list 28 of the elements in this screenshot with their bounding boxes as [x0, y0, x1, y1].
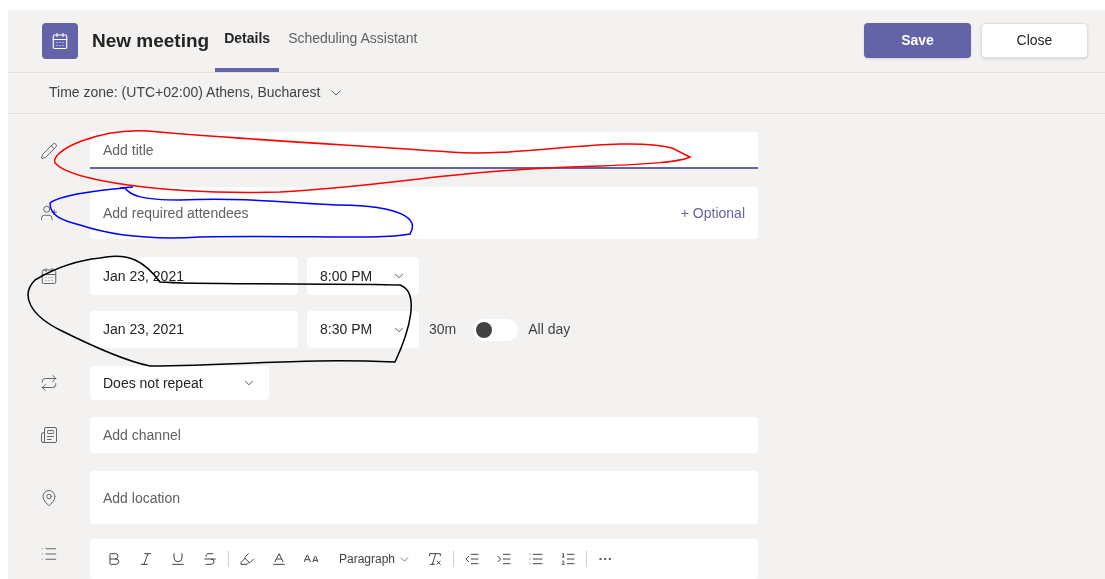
add-person-icon [40, 204, 58, 222]
channel-field[interactable]: Add channel [90, 417, 758, 453]
attendees-field[interactable]: Add required attendees + Optional [90, 187, 758, 239]
location-field[interactable]: Add location [90, 471, 758, 524]
title-field[interactable]: Add title [90, 132, 758, 169]
tab[interactable]: Details [215, 10, 280, 72]
close-button[interactable]: Close [981, 23, 1088, 59]
repeat-dropdown[interactable]: Does not repeat [90, 366, 269, 400]
repeat-icon [40, 374, 58, 392]
all-day-toggle[interactable] [473, 318, 519, 341]
paragraph-dropdown[interactable]: Paragraph [339, 550, 412, 568]
channel-icon [40, 426, 58, 444]
tab[interactable]: Scheduling Assistant [279, 10, 427, 72]
pencil-icon [40, 141, 58, 160]
window-title: New meeting [92, 28, 210, 53]
list-icon [40, 545, 58, 563]
location-pin-icon [40, 488, 58, 507]
save-button[interactable]: Save [864, 23, 971, 59]
optional-attendees-link[interactable]: + Optional [680, 202, 745, 224]
time-zone-dropdown[interactable]: Time zone: (UTC+02:00) Athens, Bucharest [49, 82, 345, 104]
end-date-field[interactable]: Jan 23, 2021 [90, 311, 298, 348]
all-day-label: All day [528, 320, 571, 339]
end-time-dropdown[interactable]: 8:30 PM [307, 311, 419, 348]
start-date-field[interactable]: Jan 23, 2021 [90, 257, 298, 295]
start-time-dropdown[interactable]: 8:00 PM [307, 257, 419, 295]
calendar-app-icon [42, 22, 78, 59]
duration-label: 30m [429, 320, 457, 339]
calendar-icon [40, 267, 58, 285]
